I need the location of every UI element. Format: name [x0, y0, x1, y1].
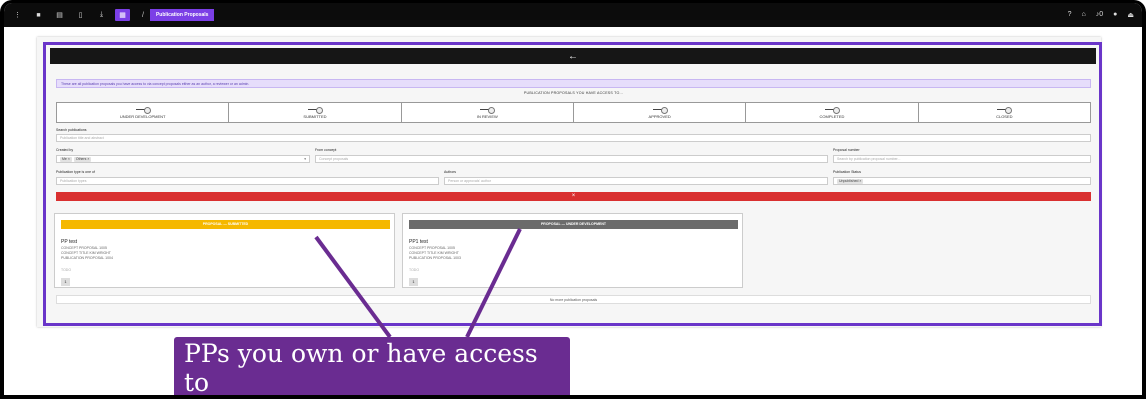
callout-arrow-line — [314, 235, 392, 339]
callout-arrow-line — [465, 228, 522, 338]
callout-label: PPs you own or have access to — [174, 337, 570, 395]
window-frame: ⋮ ■ ▤ ▯ ⤓ ▦ / Publication Proposals ? ⌂ … — [0, 0, 1146, 399]
